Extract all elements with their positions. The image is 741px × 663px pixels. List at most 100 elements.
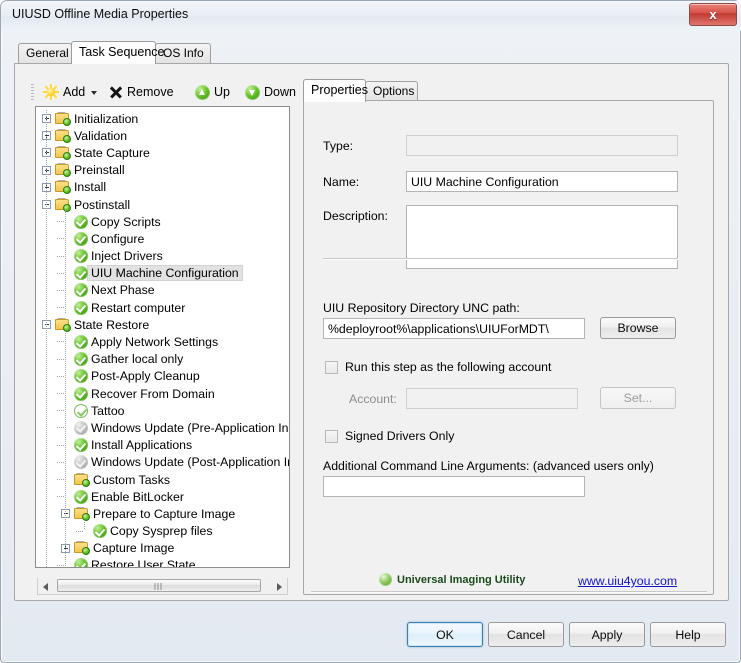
tree-connector: [57, 272, 65, 274]
ok-button[interactable]: OK: [407, 622, 483, 647]
apply-button[interactable]: Apply: [569, 622, 645, 647]
tree-connector: [57, 375, 65, 377]
close-icon: x: [709, 7, 717, 22]
folder-icon: [55, 128, 71, 143]
tree-item[interactable]: Configure: [36, 230, 289, 247]
name-field[interactable]: [406, 171, 678, 192]
add-button[interactable]: Add: [43, 79, 98, 105]
arrow-down-icon: [245, 84, 260, 100]
unc-path-field[interactable]: [323, 318, 585, 339]
tree-horizontal-scrollbar[interactable]: [37, 578, 288, 595]
toolbar-grip[interactable]: [31, 84, 34, 100]
tree-item[interactable]: Restore User State: [36, 557, 289, 567]
check-icon: [74, 300, 88, 315]
folder-icon: [55, 317, 71, 332]
tree-connector: [57, 478, 65, 480]
account-field: [406, 388, 578, 409]
tree-connector: [57, 393, 65, 394]
tree-item-label: Capture Image: [93, 541, 175, 556]
tree-item[interactable]: Recover From Domain: [36, 385, 289, 402]
tree-item[interactable]: Post-Apply Cleanup: [36, 368, 289, 385]
tree-item[interactable]: Windows Update (Post-Application Install: [36, 454, 289, 471]
tree-item-label: Recover From Domain: [91, 386, 215, 401]
tree-item-label: Initialization: [74, 111, 139, 126]
tree-item[interactable]: Inject Drivers: [36, 248, 289, 265]
tree-connector: [57, 496, 65, 498]
tree-item[interactable]: UIU Machine Configuration: [36, 265, 289, 282]
inner-tab-properties[interactable]: Properties: [303, 79, 368, 102]
chevron-down-icon[interactable]: [91, 91, 98, 95]
tree-item-label: Tattoo: [91, 403, 125, 418]
tree-item[interactable]: State Capture: [36, 144, 289, 161]
tree-item[interactable]: Gather local only: [36, 351, 289, 368]
scroll-right-arrow[interactable]: [270, 578, 287, 593]
tree-item[interactable]: Initialization: [36, 110, 289, 127]
tree-item-label: Custom Tasks: [93, 472, 170, 487]
check-disabled-icon: [74, 455, 88, 470]
tree-toolbar: Add Remove Up Down: [27, 79, 296, 105]
remove-button[interactable]: Remove: [109, 79, 174, 105]
check-icon: [74, 369, 88, 384]
properties-dialog-window: UIUSD Offline Media Properties x General…: [0, 0, 741, 663]
check-icon: [74, 558, 88, 567]
tree-item[interactable]: Copy Sysprep files: [36, 523, 289, 540]
move-down-button[interactable]: Down: [245, 79, 296, 105]
brand-logo: Universal Imaging Utility: [379, 573, 525, 586]
tree-item[interactable]: Restart computer: [36, 299, 289, 316]
move-up-button[interactable]: Up: [195, 79, 230, 105]
tree-item[interactable]: Capture Image: [36, 540, 289, 557]
help-button[interactable]: Help: [650, 622, 726, 647]
close-button[interactable]: x: [689, 3, 737, 26]
check-icon: [74, 266, 88, 281]
command-line-args-field[interactable]: [323, 476, 585, 497]
run-as-account-checkbox-row[interactable]: Run this step as the following account: [325, 360, 551, 374]
tree-item[interactable]: Custom Tasks: [36, 471, 289, 488]
tree-item-label: Prepare to Capture Image: [93, 506, 236, 521]
tree-item-label: UIU Machine Configuration: [87, 265, 243, 282]
check-icon: [74, 335, 88, 350]
check-icon: [74, 283, 88, 298]
move-down-button-label: Down: [264, 85, 296, 99]
tree-item[interactable]: Prepare to Capture Image: [36, 505, 289, 522]
tree-item-label: Windows Update (Post-Application Install: [91, 455, 289, 470]
section-divider-top: [323, 258, 678, 260]
task-sequence-tree[interactable]: Initialization Validation State Capture Pre…: [35, 106, 290, 568]
tree-item[interactable]: Windows Update (Pre-Application Installa: [36, 419, 289, 436]
run-as-account-checkbox[interactable]: [325, 360, 338, 374]
type-field: [406, 135, 678, 156]
outer-tab-task-sequence[interactable]: Task Sequence: [71, 41, 164, 64]
tree-item[interactable]: Install Applications: [36, 437, 289, 454]
browse-button[interactable]: Browse: [600, 317, 676, 339]
description-label: Description:: [323, 209, 388, 223]
signed-drivers-checkbox[interactable]: [325, 429, 338, 443]
cancel-button[interactable]: Cancel: [488, 622, 564, 647]
signed-drivers-checkbox-row[interactable]: Signed Drivers Only: [325, 429, 454, 443]
tree-item-label: State Capture: [74, 145, 150, 160]
tree-guide-prepare-capture: [84, 519, 85, 529]
tree-connector: [57, 289, 65, 291]
website-link[interactable]: www.uiu4you.com: [578, 574, 677, 588]
tree-item-label: Validation: [74, 128, 128, 143]
tree-guide-state-restore: [65, 330, 66, 567]
command-line-args-label: Additional Command Line Arguments: (adva…: [323, 459, 654, 473]
outer-tab-general[interactable]: General: [18, 43, 72, 63]
signed-drivers-label: Signed Drivers Only: [345, 429, 455, 443]
tree-item-label: Configure: [91, 231, 145, 246]
scrollbar-thumb[interactable]: [57, 579, 261, 592]
tree-item[interactable]: Copy Scripts: [36, 213, 289, 230]
tree-item[interactable]: Postinstall: [36, 196, 289, 213]
tree-item[interactable]: State Restore: [36, 316, 289, 333]
tree-item[interactable]: Validation: [36, 127, 289, 144]
inner-tab-options[interactable]: Options: [365, 81, 418, 101]
tree-item-label: Post-Apply Cleanup: [91, 369, 200, 384]
tree-item[interactable]: Preinstall: [36, 162, 289, 179]
folder-icon: [55, 145, 71, 160]
tree-item[interactable]: Enable BitLocker: [36, 488, 289, 505]
tree-item[interactable]: Tattoo: [36, 402, 289, 419]
tree-item[interactable]: Next Phase: [36, 282, 289, 299]
tree-item[interactable]: Install: [36, 179, 289, 196]
scroll-left-arrow[interactable]: [38, 578, 55, 593]
panel-splitter[interactable]: [293, 106, 298, 576]
tree-item-label: Windows Update (Pre-Application Installa: [91, 420, 289, 435]
tree-item[interactable]: Apply Network Settings: [36, 333, 289, 350]
